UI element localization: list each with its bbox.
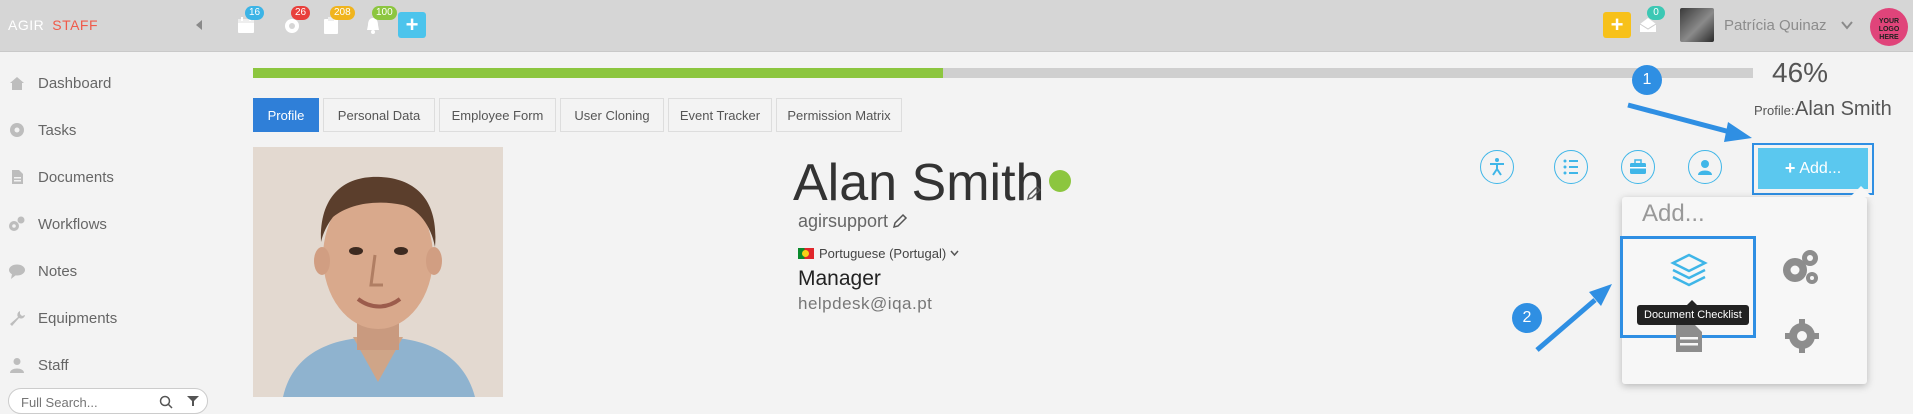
app-brand[interactable]: AGIR STAFF (8, 17, 98, 33)
clipboard-count-badge: 208 (330, 6, 355, 20)
calendar-notification[interactable]: 16 (235, 6, 265, 38)
language-selector[interactable]: Portuguese (Portugal) (798, 245, 959, 261)
quick-add-button[interactable]: + (398, 12, 426, 38)
tasks-count-badge: 26 (291, 6, 311, 20)
top-bar: AGIR STAFF 16 26 208 100 + + 0 Patrícia Q… (0, 0, 1913, 52)
profile-header-name: Alan Smith (1795, 98, 1892, 120)
search-icon[interactable] (159, 395, 173, 409)
user-icon (10, 358, 24, 373)
add-button-label: Add... (1799, 159, 1842, 177)
sidebar-item-workflows[interactable]: Workflows (8, 211, 107, 237)
inbox-count-badge: 0 (1647, 6, 1665, 20)
profile-label: Profile: (1754, 103, 1795, 118)
brand-staff: STAFF (52, 17, 99, 33)
home-icon (10, 77, 24, 90)
sidebar-item-label: Staff (38, 356, 69, 374)
sidebar-item-documents[interactable]: Documents (8, 164, 114, 190)
bell-count-badge: 100 (372, 6, 397, 20)
user-avatar[interactable] (1680, 8, 1714, 42)
sidebar-item-label: Dashboard (38, 74, 112, 92)
sidebar-collapse-icon[interactable] (193, 18, 205, 32)
inbox-notification[interactable]: 0 (1637, 6, 1665, 38)
tab-profile[interactable]: Profile (253, 98, 319, 132)
progress-percent: 46% (1772, 57, 1829, 88)
sidebar-item-staff[interactable]: Staff (8, 352, 69, 378)
calendar-count-badge: 16 (245, 6, 265, 20)
briefcase-icon (1630, 159, 1646, 174)
callout-badge-2: 2 (1512, 303, 1542, 333)
sidebar-item-label: Workflows (38, 215, 107, 233)
add-button[interactable]: + Add... (1758, 148, 1868, 189)
callout-arrow-1 (1627, 102, 1731, 135)
profile-username: agirsupport (798, 211, 889, 231)
sidebar-item-tasks[interactable]: Tasks (8, 117, 76, 143)
layers-icon[interactable] (1668, 250, 1710, 292)
sidebar-item-equipments[interactable]: Equipments (8, 305, 117, 331)
document-checklist-tooltip: Document Checklist (1637, 300, 1749, 325)
full-search[interactable] (8, 388, 208, 414)
gear-icon (10, 123, 24, 137)
plus-icon: + (1610, 12, 1624, 37)
callout-arrowhead-2 (1589, 284, 1612, 306)
filter-icon[interactable] (187, 395, 199, 407)
gears-icon (9, 216, 25, 231)
sidebar-item-label: Tasks (38, 121, 77, 139)
tab-personal-data[interactable]: Personal Data (323, 98, 435, 132)
sidebar-item-label: Notes (38, 262, 78, 280)
brand-agir: AGIR (8, 17, 45, 33)
profile-email: helpdesk@iqa.pt (798, 294, 933, 313)
gears-icon[interactable] (1779, 246, 1821, 288)
tasks-notification[interactable]: 26 (281, 6, 311, 38)
callout-arrow-2 (1535, 298, 1597, 352)
clipboard-notification[interactable]: 208 (320, 6, 355, 38)
callout-arrowhead-1 (1724, 122, 1752, 142)
document-icon (12, 170, 23, 184)
chevron-down-icon (950, 250, 959, 256)
company-logo: YOUR LOGO HERE (1870, 8, 1908, 46)
tab-user-cloning[interactable]: User Cloning (560, 98, 664, 132)
dropdown-title: Add... (1642, 200, 1705, 227)
tab-event-tracker[interactable]: Event Tracker (668, 98, 772, 132)
dropdown-caret (1850, 186, 1872, 197)
sidebar-item-label: Documents (38, 168, 114, 186)
accessibility-button[interactable] (1480, 150, 1514, 184)
user-name[interactable]: Patrícia Quinaz (1724, 17, 1827, 34)
wrench-icon (10, 311, 25, 326)
profile-progress-bar (253, 68, 1753, 78)
portugal-flag-icon (798, 247, 814, 259)
profile-name: Alan Smith (793, 154, 1045, 212)
profile-role: Manager (798, 267, 881, 290)
accessibility-icon (1490, 158, 1504, 176)
document-icon[interactable] (1668, 320, 1710, 362)
language-label: Portuguese (Portugal) (819, 245, 947, 261)
chat-icon (9, 264, 25, 279)
edit-username-pencil-icon[interactable] (892, 213, 908, 229)
plus-icon: + (1784, 158, 1796, 178)
sidebar-item-notes[interactable]: Notes (8, 258, 77, 284)
progress-fill (253, 68, 943, 78)
tab-employee-form[interactable]: Employee Form (439, 98, 556, 132)
profile-tabs: Profile Personal Data Employee Form User… (253, 98, 906, 132)
quick-create-button[interactable]: + (1603, 12, 1631, 38)
gear-icon[interactable] (1781, 315, 1823, 357)
user-circle-icon (1698, 160, 1712, 175)
briefcase-button[interactable] (1621, 150, 1655, 184)
plus-icon: + (405, 12, 419, 37)
callout-badge-1: 1 (1632, 65, 1662, 95)
sidebar-item-dashboard[interactable]: Dashboard (8, 70, 111, 96)
sidebar-item-label: Equipments (38, 309, 118, 327)
tab-permission-matrix[interactable]: Permission Matrix (776, 98, 902, 132)
user-profile-button[interactable] (1688, 150, 1722, 184)
list-button[interactable] (1554, 150, 1588, 184)
edit-name-pencil-icon[interactable] (1026, 185, 1042, 201)
bell-notification[interactable]: 100 (362, 6, 397, 38)
chevron-down-icon[interactable] (1841, 20, 1853, 30)
list-icon (1563, 159, 1578, 175)
profile-photo[interactable] (253, 147, 503, 397)
online-status-indicator (1049, 170, 1071, 192)
profile-photo-image (253, 147, 503, 397)
